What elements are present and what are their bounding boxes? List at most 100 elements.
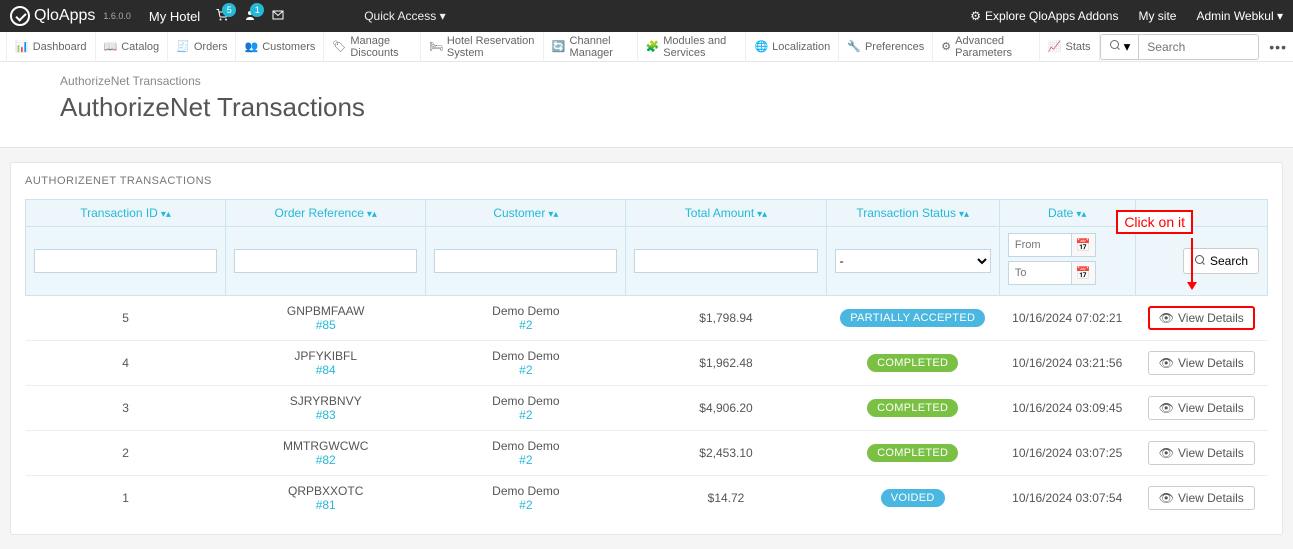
customer-name: Demo Demo: [434, 484, 618, 498]
menu-orders[interactable]: 🧾Orders: [168, 32, 236, 62]
menu-advanced-parameters[interactable]: ⚙Advanced Parameters: [933, 32, 1040, 62]
view-details-button[interactable]: 👁View Details: [1148, 441, 1255, 465]
view-details-button[interactable]: 👁View Details: [1148, 486, 1255, 510]
sort-icon[interactable]: ▾▴: [161, 209, 171, 220]
menu-localization[interactable]: 🌐 Localization: [746, 32, 839, 62]
table-row: 3SJRYRBNVY#83Demo Demo#2$4,906.20COMPLET…: [26, 386, 1268, 431]
status-badge: COMPLETED: [867, 354, 958, 372]
user-icon[interactable]: 1: [244, 9, 256, 24]
menu-hotel-reservation-system[interactable]: 🛏Hotel Reservation System: [421, 32, 544, 62]
cart-badge: 5: [222, 3, 236, 17]
admin-menu[interactable]: Admin Webkul ▾: [1196, 9, 1283, 23]
cell-status: COMPLETED: [826, 341, 999, 386]
view-label: View Details: [1178, 401, 1244, 415]
customer-name: Demo Demo: [434, 349, 618, 363]
page-title: AuthorizeNet Transactions: [60, 92, 1293, 123]
view-label: View Details: [1178, 356, 1244, 370]
search-scope-button[interactable]: ▾: [1100, 34, 1140, 60]
brand[interactable]: QloApps 1.6.0.0: [10, 6, 131, 26]
order-ref: SJRYRBNVY: [234, 394, 418, 408]
menu-modules-and-services[interactable]: 🧩Modules and Services: [638, 32, 747, 62]
cell-transaction-id: 2: [26, 431, 226, 476]
order-ref: MMTRGWCWC: [234, 439, 418, 453]
menu-customers[interactable]: 👥Customers: [236, 32, 324, 62]
hotel-link[interactable]: My Hotel: [149, 9, 200, 24]
column-date[interactable]: Date: [1048, 206, 1073, 220]
view-details-button[interactable]: 👁View Details: [1148, 396, 1255, 420]
column-transaction-status[interactable]: Transaction Status: [856, 206, 956, 220]
my-site-link[interactable]: My site: [1138, 9, 1176, 23]
filter-total-amount[interactable]: [634, 249, 817, 273]
explore-addons-link[interactable]: ⚙ Explore QloApps Addons: [970, 9, 1118, 23]
filter-transaction-id[interactable]: [34, 249, 217, 273]
cell-customer: Demo Demo#2: [426, 386, 626, 431]
menu-icon: 📈: [1048, 40, 1062, 53]
cart-icon[interactable]: 5: [216, 9, 228, 24]
customer-name: Demo Demo: [434, 304, 618, 318]
customer-link[interactable]: #2: [434, 363, 618, 377]
search-input[interactable]: [1139, 34, 1259, 60]
admin-label: Admin Webkul: [1196, 9, 1273, 23]
customer-link[interactable]: #2: [434, 453, 618, 467]
menu-icon: 🌐: [754, 40, 768, 53]
calendar-icon[interactable]: 📅: [1072, 261, 1096, 285]
table-row: 2MMTRGWCWC#82Demo Demo#2$2,453.10COMPLET…: [26, 431, 1268, 476]
chevron-down-icon: ▾: [440, 9, 446, 23]
column-transaction-id[interactable]: Transaction ID: [80, 206, 158, 220]
search-icon: [1109, 39, 1121, 54]
quick-access-label: Quick Access: [364, 9, 436, 23]
customer-link[interactable]: #2: [434, 408, 618, 422]
order-ref-link[interactable]: #83: [234, 408, 418, 422]
view-details-button[interactable]: 👁View Details: [1148, 306, 1255, 330]
cell-amount: $1,798.94: [626, 296, 826, 341]
menu-icon: 🔧: [847, 40, 861, 53]
order-ref: JPFYKIBFL: [234, 349, 418, 363]
menu-stats[interactable]: 📈Stats: [1040, 32, 1100, 62]
filter-status-select[interactable]: -: [835, 249, 991, 273]
menu-label: Dashboard: [33, 41, 87, 53]
cell-date: 10/16/2024 03:07:54: [999, 476, 1135, 521]
menu-manage-discounts[interactable]: 🏷Manage Discounts: [324, 32, 421, 62]
column-total-amount[interactable]: Total Amount: [685, 206, 754, 220]
quick-access-menu[interactable]: Quick Access ▾: [364, 9, 445, 23]
view-label: View Details: [1178, 446, 1244, 460]
cell-date: 10/16/2024 03:09:45: [999, 386, 1135, 431]
sort-icon[interactable]: ▾▴: [1076, 209, 1086, 220]
order-ref-link[interactable]: #84: [234, 363, 418, 377]
mail-icon[interactable]: [272, 9, 284, 24]
filter-date-from[interactable]: [1008, 233, 1072, 257]
order-ref-link[interactable]: #81: [234, 498, 418, 512]
breadcrumb: AuthorizeNet Transactions: [60, 74, 1293, 88]
filter-order-reference[interactable]: [234, 249, 417, 273]
menu-preferences[interactable]: 🔧Preferences: [839, 32, 933, 62]
column-customer[interactable]: Customer: [493, 206, 545, 220]
order-ref-link[interactable]: #85: [234, 318, 418, 332]
search-button[interactable]: Search: [1183, 248, 1259, 274]
menu-dashboard[interactable]: 📊Dashboard: [6, 32, 96, 62]
menu-icon: 🛏: [429, 40, 443, 53]
search-icon: [1194, 254, 1206, 269]
table-row: 1QRPBXXOTC#81Demo Demo#2$14.72VOIDED10/1…: [26, 476, 1268, 521]
menu-icon: 🏷: [332, 40, 346, 53]
sort-icon[interactable]: ▾▴: [757, 209, 767, 220]
more-menu[interactable]: •••: [1269, 39, 1287, 55]
menu-icon: 🧩: [646, 40, 660, 53]
sort-icon[interactable]: ▾▴: [959, 209, 969, 220]
filter-date-to[interactable]: [1008, 261, 1072, 285]
customer-link[interactable]: #2: [434, 498, 618, 512]
calendar-icon[interactable]: 📅: [1072, 233, 1096, 257]
cell-actions: 👁View Details: [1135, 296, 1267, 341]
sort-icon[interactable]: ▾▴: [367, 209, 377, 220]
customer-link[interactable]: #2: [434, 318, 618, 332]
panel-title: AUTHORIZENET TRANSACTIONS: [11, 163, 1282, 199]
view-details-button[interactable]: 👁View Details: [1148, 351, 1255, 375]
menu-label: Localization: [772, 41, 830, 53]
sort-icon[interactable]: ▾▴: [548, 209, 558, 220]
menu-channel-manager[interactable]: 🔄Channel Manager: [544, 32, 638, 62]
menu-catalog[interactable]: 📖Catalog: [96, 32, 169, 62]
column-order-reference[interactable]: Order Reference: [275, 206, 364, 220]
logo-icon: [10, 6, 30, 26]
menu-label: Customers: [262, 41, 315, 53]
filter-customer[interactable]: [434, 249, 617, 273]
order-ref-link[interactable]: #82: [234, 453, 418, 467]
